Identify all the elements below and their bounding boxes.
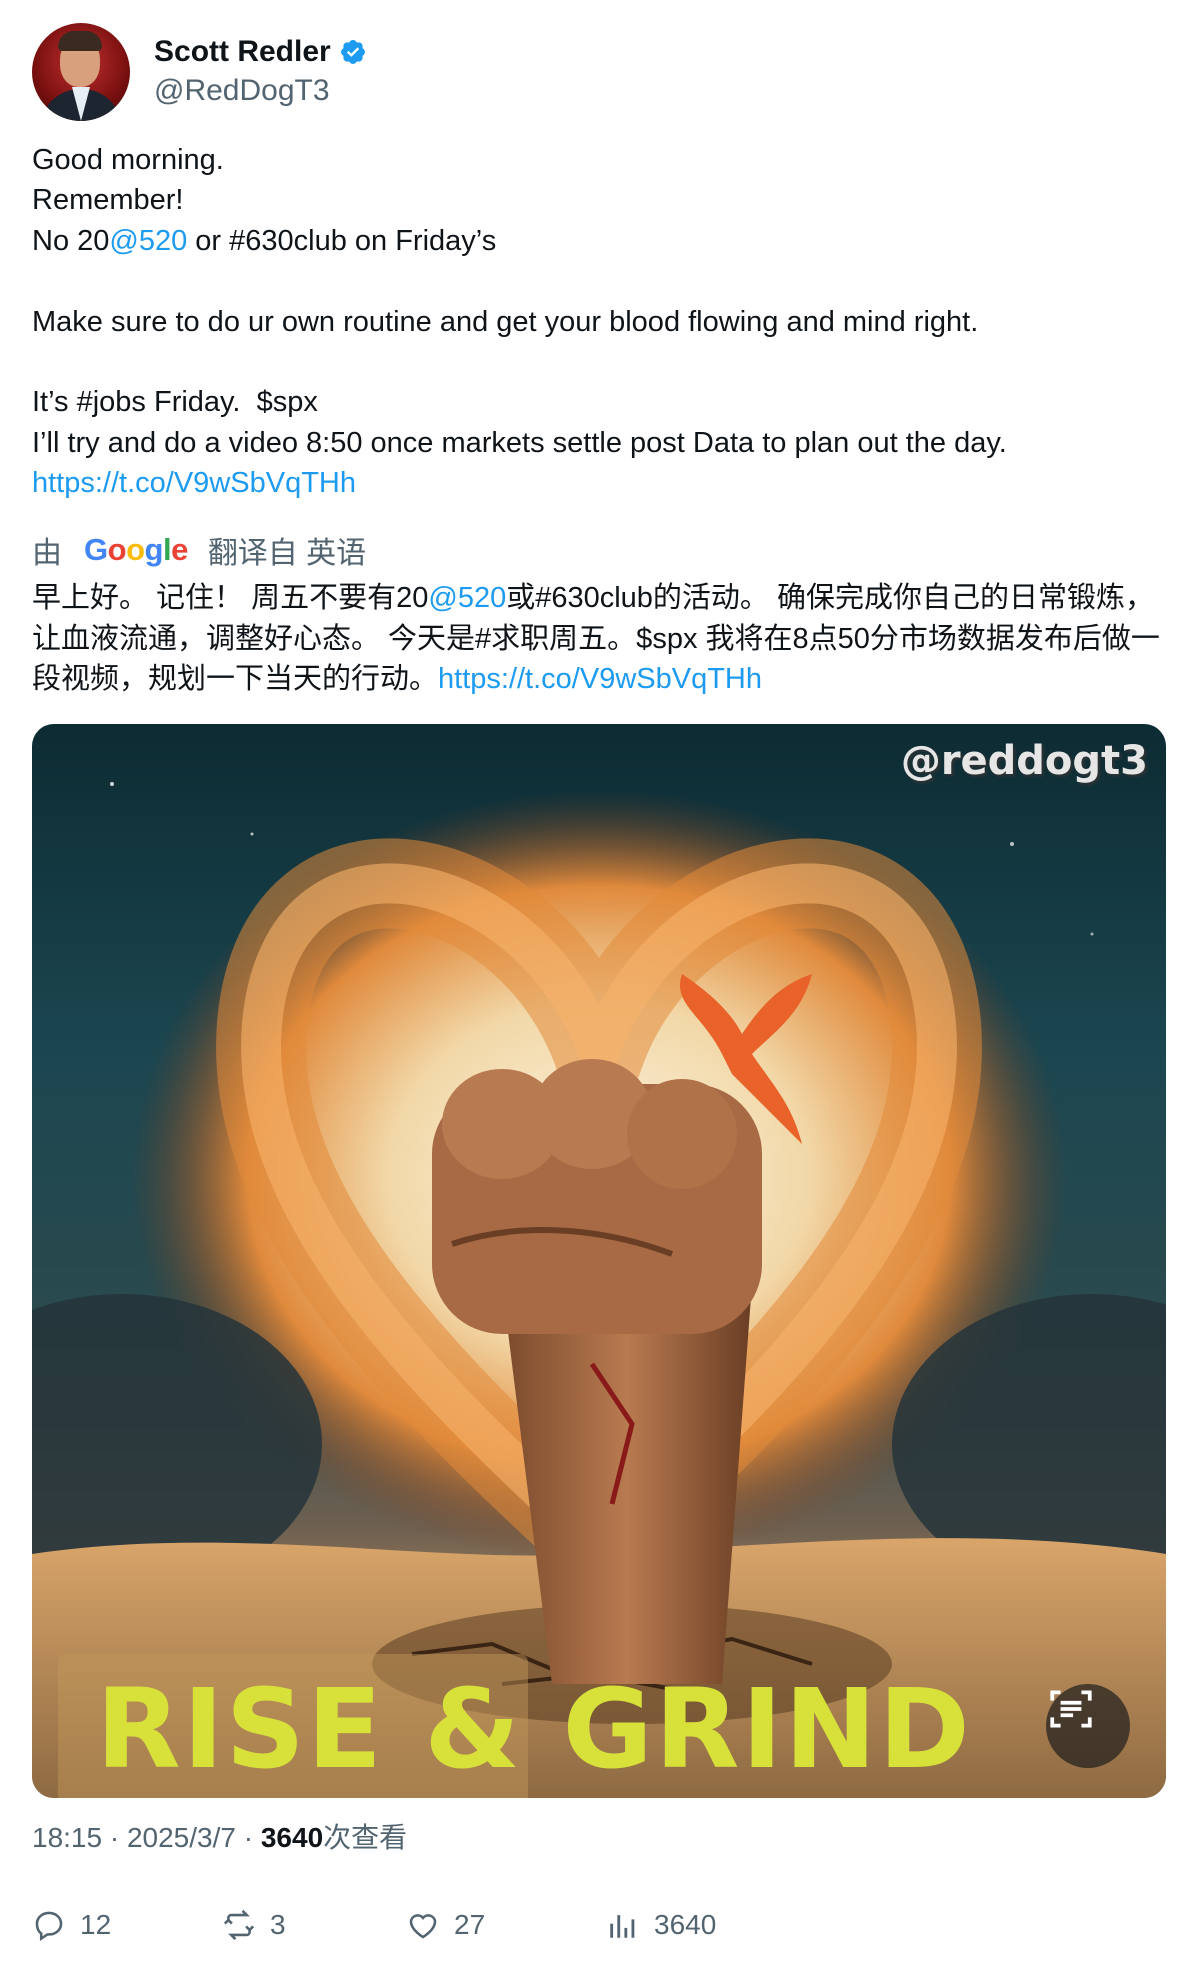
- reply-count: 12: [80, 1909, 112, 1940]
- mention-link[interactable]: @520: [109, 225, 187, 257]
- tweet-line: No 20@520 or #630club on Friday’s: [32, 221, 1162, 261]
- repost-icon: [223, 1909, 255, 1941]
- tweet-line: It’s #jobs Friday. $spx: [32, 382, 1162, 422]
- tweet-text-segment: or #630club on Friday’s: [187, 224, 497, 257]
- tweet-line: [32, 261, 1162, 301]
- translated-text: 早上好。 记住！ 周五不要有20@520或#630club的活动。 确保完成你自…: [32, 578, 1167, 700]
- meta-separator: ·: [109, 1822, 127, 1853]
- author-block: Scott Redler @RedDogT3: [154, 33, 367, 111]
- tweet-text-segment: I’ll try and do a video 8:50 once market…: [32, 426, 1007, 459]
- image-watermark: @reddogt3: [900, 738, 1148, 784]
- like-icon: [409, 1914, 437, 1939]
- avatar[interactable]: [32, 23, 130, 121]
- tweet-date[interactable]: 2025/3/7: [127, 1822, 236, 1853]
- text-scan-button[interactable]: [1046, 1684, 1130, 1768]
- google-logo: Google: [84, 532, 188, 567]
- text-scan-icon: [1050, 1690, 1092, 1728]
- like-count: 27: [454, 1909, 486, 1940]
- tweet-line: [32, 342, 1162, 382]
- translation-suffix: 翻译自 英语: [207, 537, 367, 570]
- translation-attribution: 由 Google 翻译自 英语: [32, 526, 366, 574]
- views-chart-icon: [610, 1915, 635, 1938]
- reply-button[interactable]: 12: [32, 1908, 111, 1942]
- author-handle[interactable]: @RedDogT3: [154, 71, 367, 111]
- poster-artwork: [32, 764, 1166, 1798]
- tweet-header: Scott Redler @RedDogT3: [32, 22, 367, 122]
- repost-button[interactable]: 3: [222, 1908, 286, 1942]
- tweet-text-segment: Good morning.: [32, 144, 224, 176]
- views-count: 3640: [654, 1909, 717, 1940]
- views-button[interactable]: 3640: [606, 1908, 716, 1942]
- like-button[interactable]: 27: [406, 1908, 485, 1942]
- tweet-meta: 18:15 · 2025/3/7 · 3640次查看: [32, 1818, 407, 1858]
- tweet-line: I’ll try and do a video 8:50 once market…: [32, 423, 1162, 463]
- view-count: 3640: [260, 1822, 324, 1853]
- author-display-name[interactable]: Scott Redler: [154, 33, 331, 71]
- action-bar: 12 3 27 3640: [32, 1908, 932, 1952]
- tweet-line: https://t.co/V9wSbVqTHh: [32, 463, 1162, 503]
- tweet-text-segment: No 20: [32, 224, 110, 257]
- author-name-row[interactable]: Scott Redler: [154, 33, 367, 71]
- translation-prefix: 由: [32, 537, 62, 570]
- tweet-line: Good morning.: [32, 140, 1162, 180]
- views-label: 次查看: [323, 1822, 408, 1853]
- translated-mention-link[interactable]: @520: [428, 582, 506, 614]
- url-link[interactable]: https://t.co/V9wSbVqTHh: [32, 467, 356, 499]
- tweet-text-segment: Remember!: [32, 184, 184, 217]
- tweet-line: Make sure to do ur own routine and get y…: [32, 302, 1162, 342]
- verified-badge-icon: [340, 40, 365, 64]
- tweet-text-segment: It’s #jobs Friday. $spx: [32, 386, 318, 419]
- poster-title: RISE & GRIND: [96, 1665, 972, 1793]
- reply-icon: [35, 1911, 63, 1941]
- translated-url-link[interactable]: https://t.co/V9wSbVqTHh: [438, 663, 762, 695]
- tweet-text: Good morning. Remember! No 20@520 or #630c…: [32, 140, 1162, 504]
- tweet-time[interactable]: 18:15: [32, 1822, 102, 1853]
- tweet-image[interactable]: @reddogt3 RISE & GRIND: [32, 724, 1166, 1798]
- tweet-line: Remember!: [32, 180, 1162, 220]
- translated-text-part1: 早上好。 记住！ 周五不要有20: [32, 582, 429, 614]
- meta-separator: ·: [243, 1822, 261, 1853]
- repost-count: 3: [270, 1909, 286, 1940]
- tweet-text-segment: Make sure to do ur own routine and get y…: [32, 305, 979, 338]
